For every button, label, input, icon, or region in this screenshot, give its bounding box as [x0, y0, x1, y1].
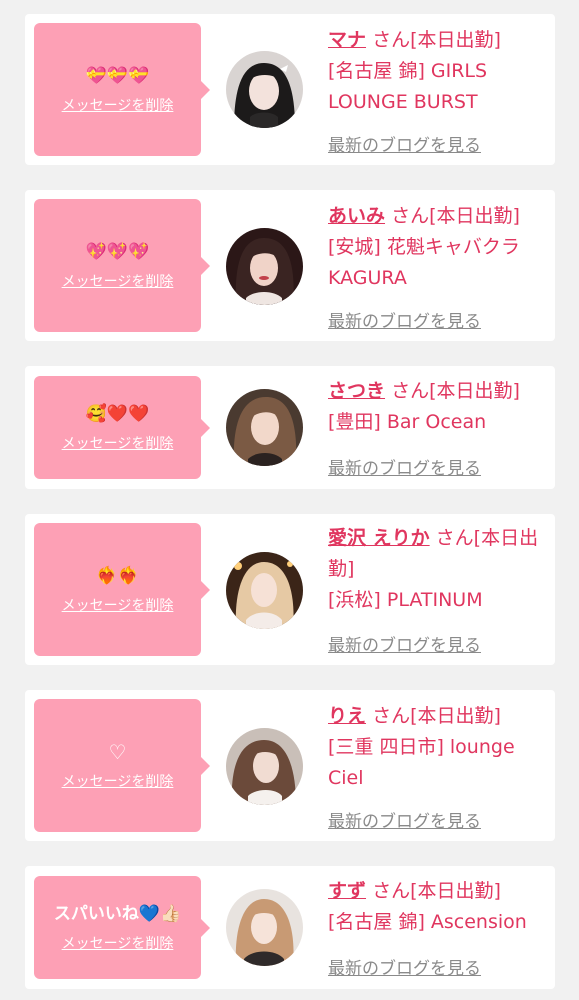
latest-blog-link[interactable]: 最新のブログを見る	[328, 131, 481, 156]
message-bubble: スパいいね💙👍🏻 メッセージを削除	[34, 876, 210, 979]
cast-info: 愛沢 えりか さん[本日出勤] [浜松] PLATINUM	[328, 523, 550, 616]
avatar[interactable]	[226, 228, 303, 305]
cast-name-link[interactable]: あいみ	[328, 205, 385, 227]
cast-name-link[interactable]: 愛沢 えりか	[328, 527, 430, 549]
list-item: ♡ メッセージを削除 りえ さん[本日出勤] [三重 四日市] lounge C…	[25, 690, 555, 841]
message-text: ❤️‍🔥❤️‍🔥	[96, 565, 139, 586]
list-item: 💝💝💝 メッセージを削除 マナ さん[本日出勤] [名古屋 錦] GIRLS L…	[25, 14, 555, 165]
cast-status: さん[本日出勤]	[372, 880, 501, 902]
avatar[interactable]	[226, 552, 303, 629]
message-text: 🥰❤️❤️	[85, 403, 150, 424]
cast-info: あいみ さん[本日出勤] [安城] 花魁キャバクラ KAGURA	[328, 201, 550, 294]
latest-blog-link[interactable]: 最新のブログを見る	[328, 454, 481, 479]
message-bubble: 🥰❤️❤️ メッセージを削除	[34, 376, 210, 479]
cast-info: すず さん[本日出勤] [名古屋 錦] Ascension	[328, 876, 550, 938]
latest-blog-link[interactable]: 最新のブログを見る	[328, 807, 481, 832]
cast-status: さん[本日出勤]	[391, 205, 520, 227]
cast-name-link[interactable]: すず	[328, 880, 366, 902]
cast-info: マナ さん[本日出勤] [名古屋 錦] GIRLS LOUNGE BURST	[328, 25, 550, 118]
cast-status: さん[本日出勤]	[372, 705, 501, 727]
cast-name-link[interactable]: マナ	[328, 29, 366, 51]
cast-status: さん[本日出勤]	[372, 29, 501, 51]
latest-blog-link[interactable]: 最新のブログを見る	[328, 631, 481, 656]
latest-blog-link[interactable]: 最新のブログを見る	[328, 954, 481, 979]
list-item: 🥰❤️❤️ メッセージを削除 さつき さん[本日出勤] [豊田] Bar Oce…	[25, 366, 555, 489]
shop-name: [安城] 花魁キャバクラ KAGURA	[328, 236, 520, 289]
avatar[interactable]	[226, 889, 303, 966]
cast-name-link[interactable]: りえ	[328, 705, 366, 727]
message-text: 💝💝💝	[85, 65, 150, 86]
list-item: ❤️‍🔥❤️‍🔥 メッセージを削除 愛沢 えりか さん[本日出勤] [浜松] P…	[25, 514, 555, 665]
list-item: スパいいね💙👍🏻 メッセージを削除 すず さん[本日出勤] [名古屋 錦] As…	[25, 866, 555, 989]
delete-message-link[interactable]: メッセージを削除	[62, 771, 174, 791]
avatar[interactable]	[226, 51, 303, 128]
message-bubble: ♡ メッセージを削除	[34, 699, 210, 832]
favorites-message-list: 💝💝💝 メッセージを削除 マナ さん[本日出勤] [名古屋 錦] GIRLS L…	[0, 0, 579, 1000]
cast-status: さん[本日出勤]	[391, 380, 520, 402]
shop-name: [浜松] PLATINUM	[328, 589, 483, 611]
message-text: 💖💖💖	[85, 241, 150, 262]
shop-name: [名古屋 錦] GIRLS LOUNGE BURST	[328, 60, 488, 113]
delete-message-link[interactable]: メッセージを削除	[62, 595, 174, 615]
delete-message-link[interactable]: メッセージを削除	[62, 271, 174, 291]
shop-name: [名古屋 錦] Ascension	[328, 911, 527, 933]
message-text: スパいいね💙👍🏻	[53, 903, 182, 924]
delete-message-link[interactable]: メッセージを削除	[62, 933, 174, 953]
shop-name: [三重 四日市] lounge Ciel	[328, 736, 515, 789]
message-text: ♡	[108, 739, 127, 764]
message-bubble: 💝💝💝 メッセージを削除	[34, 23, 210, 156]
cast-info: りえ さん[本日出勤] [三重 四日市] lounge Ciel	[328, 701, 550, 794]
list-item: 💖💖💖 メッセージを削除 あいみ さん[本日出勤] [安城] 花魁キャバクラ K…	[25, 190, 555, 341]
latest-blog-link[interactable]: 最新のブログを見る	[328, 307, 481, 332]
cast-name-link[interactable]: さつき	[328, 380, 385, 402]
delete-message-link[interactable]: メッセージを削除	[62, 433, 174, 453]
delete-message-link[interactable]: メッセージを削除	[62, 95, 174, 115]
avatar[interactable]	[226, 728, 303, 805]
message-bubble: 💖💖💖 メッセージを削除	[34, 199, 210, 332]
avatar[interactable]	[226, 389, 303, 466]
shop-name: [豊田] Bar Ocean	[328, 411, 487, 433]
message-bubble: ❤️‍🔥❤️‍🔥 メッセージを削除	[34, 523, 210, 656]
cast-info: さつき さん[本日出勤] [豊田] Bar Ocean	[328, 376, 550, 438]
